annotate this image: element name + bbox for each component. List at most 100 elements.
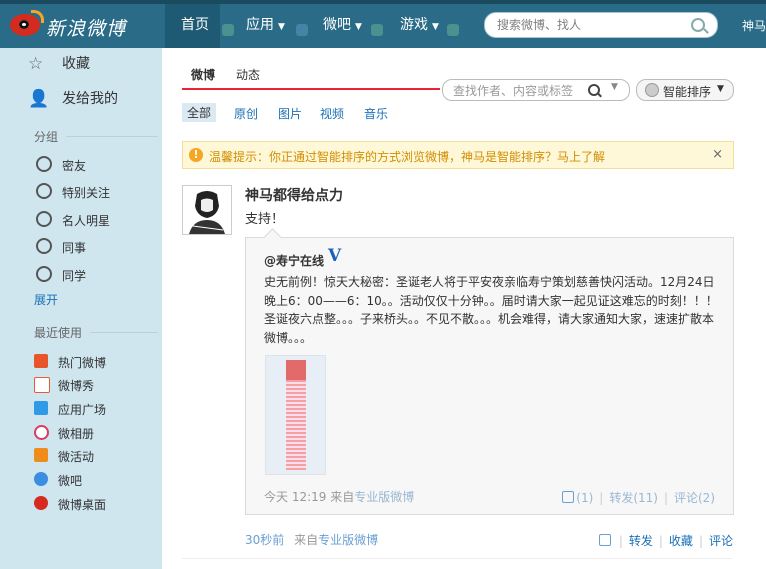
repost-forward-link[interactable]: 转发(11) <box>609 491 658 505</box>
search-input[interactable] <box>495 17 689 33</box>
faint-icon <box>296 24 308 36</box>
smart-sort-notice: ! 温馨提示：你正通过智能排序的方式浏览微博，神马是智能排序？马上了解 × <box>182 141 734 169</box>
weiba-icon <box>34 472 48 486</box>
search-icon[interactable] <box>588 84 600 96</box>
repost-source-link[interactable]: 专业版微博 <box>354 490 414 504</box>
chevron-down-icon: ▼ <box>355 22 362 32</box>
repost-author[interactable]: @寿宁在线 <box>264 252 324 269</box>
subtab-all[interactable]: 全部 <box>182 103 217 122</box>
subtab-images[interactable]: 图片 <box>278 105 302 122</box>
repost-image-thumbnail[interactable] <box>265 355 326 475</box>
nav-games[interactable]: 游戏 ▼ <box>400 14 439 34</box>
app-label: 微相册 <box>58 427 95 441</box>
faint-icon <box>371 24 383 36</box>
sidebar-app-weiba[interactable]: 微吧 <box>34 472 83 489</box>
filter-search-input[interactable] <box>451 83 585 99</box>
group-label: 特别关注 <box>62 186 111 200</box>
separator: | <box>618 534 623 548</box>
tab-activity[interactable]: 动态 <box>236 66 260 83</box>
sidebar-group-classmates[interactable]: 同学 <box>36 266 87 284</box>
thumbs-up-icon[interactable] <box>598 534 611 546</box>
sidebar-favorites-label: 收藏 <box>62 56 90 72</box>
sidebar-group-close-friends[interactable]: 密友 <box>36 156 86 174</box>
hot-icon <box>34 354 48 368</box>
sidebar-app-square[interactable]: 应用广场 <box>34 401 107 418</box>
sort-face-icon <box>645 83 659 97</box>
sidebar-group-colleagues[interactable]: 同事 <box>36 238 87 256</box>
like-count: (1) <box>576 491 594 505</box>
post-actions: | 转发 | 收藏 | 评论 <box>598 532 733 549</box>
sidebar-app-desktop[interactable]: 微博桌面 <box>34 496 107 513</box>
chevron-down-icon[interactable]: ▼ <box>611 82 618 92</box>
avatar[interactable] <box>182 185 232 235</box>
post-time[interactable]: 30秒前 <box>245 533 284 547</box>
weibo-eye-icon <box>10 10 44 36</box>
nav-weiba[interactable]: 微吧 ▼ <box>323 14 362 34</box>
search-icon[interactable] <box>691 18 705 32</box>
sidebar-group-celebrities[interactable]: 名人明星 <box>36 211 111 229</box>
verified-v-icon: V <box>328 246 342 266</box>
global-search <box>484 12 718 38</box>
chevron-down-icon: ▼ <box>717 84 724 94</box>
sidebar-sent-to-me[interactable]: 👤 发给我的 <box>28 88 118 109</box>
event-icon <box>34 448 48 462</box>
sidebar-app-event[interactable]: 微活动 <box>34 448 95 465</box>
reposted-weibo: @寿宁在线 V 史无前例！惊天大秘密：圣诞老人将于平安夜亲临寿宁策划慈善快闪活动… <box>245 228 734 515</box>
app-label: 应用广场 <box>58 403 107 417</box>
sina-weibo-logo[interactable]: 新浪微博 <box>10 10 150 40</box>
repost-actions: (1) | 转发(11) | 评论(2) <box>562 489 715 506</box>
post-meta: 30秒前 来自专业版微博 <box>245 531 378 548</box>
sidebar-favorites[interactable]: ☆ 收藏 <box>28 53 90 74</box>
faint-icon <box>222 24 234 36</box>
comment-link[interactable]: 评论 <box>709 534 733 548</box>
chevron-down-icon: ▼ <box>278 22 285 32</box>
tab-weibo[interactable]: 微博 <box>191 66 215 83</box>
smart-sort-button[interactable]: 智能排序 ▼ <box>636 79 734 101</box>
repost-pointer <box>263 228 282 247</box>
group-label: 名人明星 <box>62 214 111 228</box>
favorite-link[interactable]: 收藏 <box>669 534 693 548</box>
thumbs-up-icon <box>562 491 575 503</box>
username-link[interactable]: 神马 <box>742 17 766 34</box>
nav-apps-label: 应用 <box>246 17 274 33</box>
sidebar-app-hot-weibo[interactable]: 热门微博 <box>34 354 106 371</box>
sidebar-app-album[interactable]: 微相册 <box>34 425 95 442</box>
post-source-link[interactable]: 专业版微博 <box>318 533 378 547</box>
post-text: 支持！ <box>245 212 285 227</box>
album-icon <box>34 425 49 440</box>
divider <box>182 558 732 559</box>
sidebar-group-special[interactable]: 特别关注 <box>36 183 111 201</box>
chevron-down-icon: ▼ <box>432 22 439 32</box>
subtab-music[interactable]: 音乐 <box>364 105 388 122</box>
group-circle-icon <box>36 211 52 227</box>
app-square-icon <box>34 401 48 415</box>
repost-time[interactable]: 今天 12:19 <box>264 490 326 504</box>
group-circle-icon <box>36 156 52 172</box>
group-label: 同学 <box>62 269 87 283</box>
app-label: 微活动 <box>58 450 95 464</box>
subtab-video[interactable]: 视频 <box>320 105 344 122</box>
app-label: 微博秀 <box>58 379 95 393</box>
nav-home[interactable]: 首页 <box>181 14 209 34</box>
close-icon[interactable]: × <box>712 147 723 162</box>
app-label: 微博桌面 <box>58 498 107 512</box>
notice-text[interactable]: 温馨提示：你正通过智能排序的方式浏览微博，神马是智能排序？马上了解 <box>209 148 605 165</box>
separator: | <box>698 534 703 548</box>
like-button[interactable]: (1) <box>562 491 593 505</box>
repost-comment-link[interactable]: 评论(2) <box>674 491 715 505</box>
person-icon: 👤 <box>28 89 50 109</box>
subtab-original[interactable]: 原创 <box>234 105 258 122</box>
post-author[interactable]: 神马都得给点力 <box>245 185 343 205</box>
app-label: 微吧 <box>58 474 83 488</box>
group-label: 同事 <box>62 241 87 255</box>
nav-apps[interactable]: 应用 ▼ <box>246 14 285 34</box>
recent-heading: 最近使用 <box>34 326 83 340</box>
warning-icon: ! <box>189 148 203 162</box>
forward-link[interactable]: 转发 <box>629 534 653 548</box>
expand-groups-link[interactable]: 展开 <box>34 291 58 308</box>
show-icon <box>34 377 50 393</box>
repost-meta: 今天 12:19 来自专业版微博 <box>264 488 414 505</box>
avatar-sketch <box>183 186 231 234</box>
sidebar-app-weibo-show[interactable]: 微博秀 <box>34 377 95 394</box>
top-nav-bar: 新浪微博 首页 应用 ▼ 微吧 ▼ 游戏 ▼ 神马 <box>0 0 766 48</box>
